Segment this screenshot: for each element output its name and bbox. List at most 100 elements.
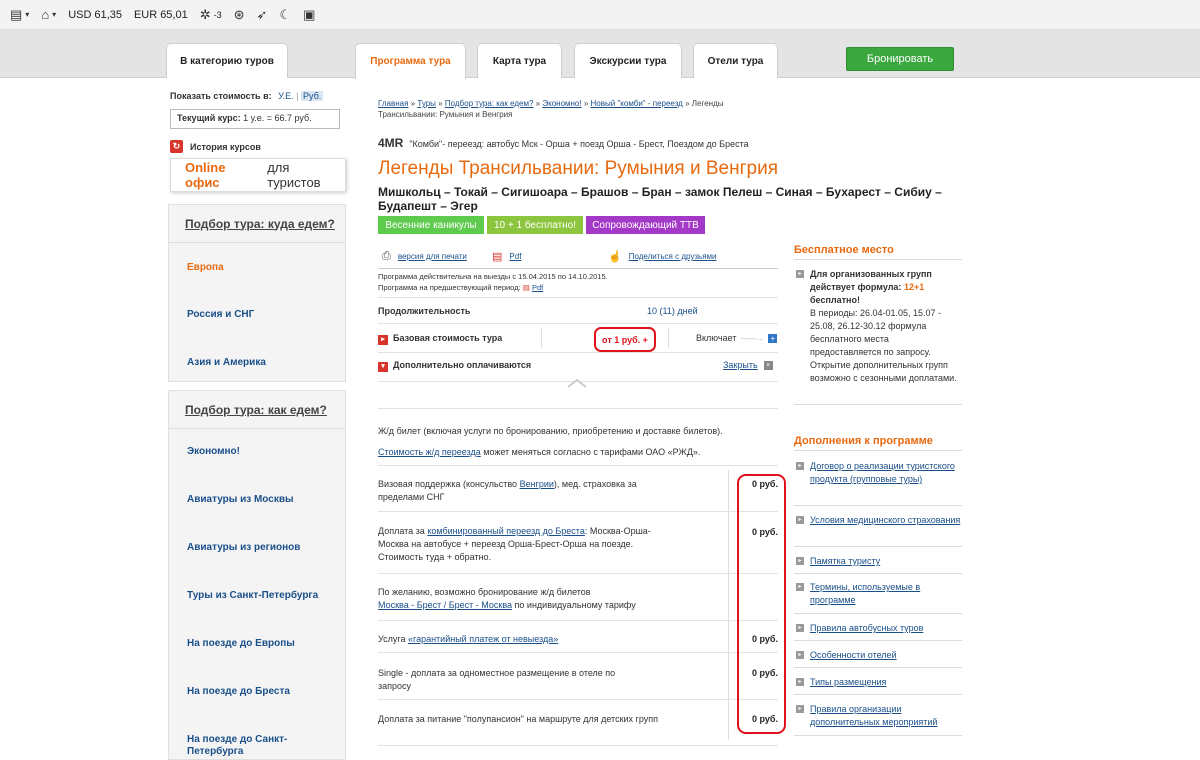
free-place-text: ▸ Для организованных групп действует фор… (796, 268, 961, 385)
printer-icon: ⎙ (382, 250, 391, 262)
tab-hotels[interactable]: Отели тура (693, 43, 778, 78)
sidebar-item-from-spb[interactable]: Туры из Санкт-Петербурга (187, 590, 327, 602)
arrow-bullet-icon: ▸ (796, 557, 804, 565)
arrow-bullet-icon: ▸ (796, 516, 804, 524)
online-office-link[interactable]: Online офис для туристов (170, 158, 346, 192)
where-to-go-head[interactable]: Подбор тура: куда едем? (169, 205, 345, 243)
arrow-bullet-icon: ▸ (796, 705, 804, 713)
tab-map[interactable]: Карта тура (477, 43, 562, 78)
divider (794, 259, 962, 260)
send-icon[interactable]: ➶ (257, 7, 268, 23)
addition-room-types[interactable]: ▸ Типы размещения (796, 676, 961, 689)
tab-program[interactable]: Программа тура (355, 43, 466, 79)
tab-excursions[interactable]: Экскурсии тура (574, 43, 682, 78)
book-button[interactable]: Бронировать (846, 47, 954, 71)
tour-actions-row: ⎙ версия для печати ▤ Pdf ☝ Поделиться с др… (378, 247, 778, 269)
addition-contract[interactable]: ▸ Договор о реализации туристского продук… (796, 460, 961, 486)
collapse-icon: ▾ (378, 362, 388, 372)
addition-medical-insurance[interactable]: ▸ Условия медицинского страхования (796, 514, 961, 527)
pdf-link[interactable]: ▤ Pdf (492, 250, 521, 263)
half-board-supplement: Доплата за питание "полупансион" на марш… (378, 714, 658, 724)
sidebar-item-train-spb[interactable]: На поезде до Санкт-Петербурга (187, 734, 307, 758)
moon-icon[interactable]: ☾ (279, 7, 291, 23)
divider (378, 352, 778, 353)
train-cost-link[interactable]: Стоимость ж/д переезда (378, 447, 481, 457)
divider (794, 735, 962, 736)
addition-bus-rules[interactable]: ▸ Правила автобусных туров (796, 622, 961, 635)
includes-toggle[interactable]: Включает ——→ + (696, 333, 778, 343)
base-price-value: от 1 руб. + (594, 327, 656, 352)
weather-widget[interactable]: ✲ -3 (200, 7, 222, 23)
badge-10-plus-1[interactable]: 10 + 1 бесплатно! (487, 216, 583, 234)
breadcrumb-home[interactable]: Главная (378, 99, 408, 108)
sidebar-item-train-europe[interactable]: На поезде до Европы (187, 638, 327, 650)
badge-escort[interactable]: Сопровождающий ТТВ (586, 216, 705, 234)
close-icon: × (763, 360, 773, 370)
addition-extra-events-rules[interactable]: ▸ Правила организации дополнительных меро… (796, 703, 961, 729)
addition-tourist-memo[interactable]: ▸ Памятка туристу (796, 555, 961, 568)
browser-toolbar: ▤ ▾ ⌂ ▾ USD 61,35 EUR 65,01 ✲ -3 ⊛ ➶ ☾ ▣ (0, 0, 1200, 30)
rail-route-link[interactable]: Москва - Брест / Брест - Москва (378, 600, 512, 610)
notes-icon: ▤ (10, 6, 23, 22)
pdf-icon: ▤ (492, 251, 503, 263)
sidebar-item-train-brest[interactable]: На поезде до Бреста (187, 686, 327, 698)
close-extra-button[interactable]: Закрыть × (723, 360, 773, 370)
currency-ue-link[interactable]: У.Е. (278, 91, 294, 101)
train-cost-line: Стоимость ж/д переезда может меняться со… (378, 447, 701, 457)
divider (668, 328, 669, 348)
previous-pdf-link[interactable]: Pdf (532, 283, 543, 292)
hungary-consulate-link[interactable]: Венгрии (520, 479, 554, 489)
divider (378, 408, 778, 409)
base-price-toggle[interactable]: ▸ Базовая стоимость тура (378, 333, 502, 345)
print-version-link[interactable]: ⎙ версия для печати (382, 250, 467, 263)
inbox-menu[interactable]: ⌂ ▾ (41, 7, 56, 22)
sync-icon[interactable]: ⊛ (234, 7, 245, 23)
extra-cost-toggle[interactable]: ▾ Дополнительно оплачиваются (378, 360, 531, 372)
chevron-down-icon: ▾ (52, 10, 57, 19)
breadcrumb-tours[interactable]: Туры (417, 99, 436, 108)
combo-transfer-link[interactable]: комбинированный переезд до Бреста (427, 526, 585, 536)
how-to-go-head[interactable]: Подбор тура: как едем? (169, 391, 345, 429)
train-note: Ж/д билет (включая услуги по бронировани… (378, 426, 723, 436)
free-place-heading: Бесплатное место (794, 244, 894, 256)
sidebar-item-asia-america[interactable]: Азия и Америка (187, 357, 327, 369)
page-title: Легенды Трансильвании: Румыния и Венгрия (378, 158, 778, 179)
validity-text: Программа действительна на выезды с 15.0… (378, 272, 608, 281)
share-link[interactable]: ☝ Поделиться с друзьями (608, 250, 717, 263)
tab-back-to-category[interactable]: В категорию туров (166, 43, 288, 78)
sidebar-item-europe[interactable]: Европа (187, 262, 327, 274)
badge-spring-holidays[interactable]: Весенние каникулы (378, 216, 484, 234)
currency-rub-link[interactable]: Руб. (301, 91, 324, 101)
current-rate-box: Текущий курс: 1 у.е. = 66.7 руб. (170, 109, 340, 129)
divider (794, 694, 962, 695)
divider (378, 652, 778, 653)
arrow-bullet-icon: ▸ (796, 270, 804, 278)
sidebar-item-air-regions[interactable]: Авиатуры из регионов (187, 542, 327, 554)
divider (794, 667, 962, 668)
program-additions-heading: Дополнения к программе (794, 435, 933, 447)
addition-terms[interactable]: ▸ Термины, используемые в программе (796, 581, 961, 607)
rail-booking-service: По желанию, возможно бронирование ж/д би… (378, 587, 636, 610)
sidebar-item-air-moscow[interactable]: Авиатуры из Москвы (187, 494, 327, 506)
divider (378, 511, 778, 512)
sidebar-item-russia-cis[interactable]: Россия и СНГ (187, 309, 327, 321)
guarantee-link[interactable]: «гарантийный платеж от невыезда» (408, 634, 558, 644)
usd-rate[interactable]: USD 61,35 (68, 9, 122, 21)
tour-route: Мишкольц – Токай – Сигишоара – Брашов – … (378, 185, 942, 213)
sidebar-item-economy[interactable]: Экономно! (187, 446, 327, 458)
divider (794, 640, 962, 641)
breadcrumb-economy[interactable]: Экономно! (542, 99, 581, 108)
breadcrumb-combi[interactable]: Новый "комби" - переезд (591, 99, 683, 108)
rate-history-link[interactable]: ↻ История курсов (170, 140, 261, 153)
divider (794, 404, 962, 405)
notes-menu[interactable]: ▤ ▾ (10, 7, 29, 23)
where-to-go-block: Подбор тура: куда едем? Европа Россия и … (168, 204, 346, 382)
collapse-chevron-icon[interactable] (566, 378, 588, 388)
wallet-icon[interactable]: ▣ (303, 7, 315, 23)
divider (794, 613, 962, 614)
eur-rate[interactable]: EUR 65,01 (134, 9, 188, 21)
breadcrumb-how[interactable]: Подбор тура: как едем? (445, 99, 534, 108)
divider (794, 573, 962, 574)
addition-hotel-features[interactable]: ▸ Особенности отелей (796, 649, 961, 662)
duration-value: 10 (11) дней (647, 306, 698, 316)
